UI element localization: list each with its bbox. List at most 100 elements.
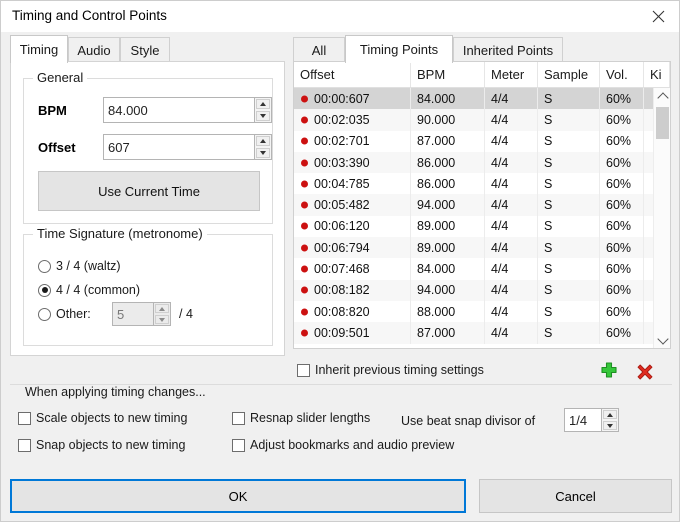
table-cell-ki (644, 301, 653, 322)
column-header-kiai[interactable]: Ki (644, 62, 670, 87)
beat-snap-divisor-stepper-up[interactable] (603, 410, 617, 419)
other-meter-stepper-down[interactable] (155, 315, 169, 324)
bpm-stepper[interactable] (254, 97, 272, 123)
scroll-down-icon[interactable] (654, 331, 671, 348)
table-row[interactable]: 00:07:46884.0004/4S60% (294, 258, 653, 279)
cancel-button[interactable]: Cancel (479, 479, 672, 513)
radio-waltz-indicator[interactable] (38, 260, 51, 273)
radio-waltz[interactable]: 3 / 4 (waltz) (38, 259, 121, 273)
radio-other-indicator[interactable] (38, 308, 51, 321)
checkbox-snap-objects[interactable]: Snap objects to new timing (18, 438, 185, 452)
table-row[interactable]: 00:09:50187.0004/4S60% (294, 322, 653, 343)
table-cell-vol: 60% (600, 194, 644, 215)
scroll-up-icon[interactable] (654, 88, 671, 105)
table-row[interactable]: 00:03:39086.0004/4S60% (294, 152, 653, 173)
column-header-bpm[interactable]: BPM (411, 62, 485, 87)
offset-stepper[interactable] (254, 134, 272, 160)
column-header-vol[interactable]: Vol. (600, 62, 644, 87)
plus-icon[interactable] (598, 361, 620, 386)
table-row[interactable]: 00:06:79489.0004/4S60% (294, 237, 653, 258)
column-header-meter[interactable]: Meter (485, 62, 538, 87)
other-meter-stepper-up[interactable] (155, 304, 169, 313)
table-cell-ki (644, 173, 653, 194)
table-row[interactable]: 00:02:70187.0004/4S60% (294, 131, 653, 152)
table-body[interactable]: 00:00:60784.0004/4S60%00:02:03590.0004/4… (294, 88, 653, 348)
tab-timing-points[interactable]: Timing Points (345, 35, 453, 63)
offset-stepper-down[interactable] (256, 148, 270, 158)
cancel-button-label: Cancel (555, 489, 595, 504)
table-cell-ki (644, 88, 653, 109)
bpm-label: BPM (38, 103, 67, 118)
table-cell-meter: 4/4 (485, 216, 538, 237)
scrollbar-thumb[interactable] (656, 107, 669, 139)
tab-timing-points-label: Timing Points (360, 42, 438, 57)
time-signature-group: Time Signature (metronome) 3 / 4 (waltz)… (23, 234, 273, 346)
table-cell-meter: 4/4 (485, 109, 538, 130)
tab-style[interactable]: Style (120, 37, 170, 63)
table-row[interactable]: 00:04:78586.0004/4S60% (294, 173, 653, 194)
tab-inherited-points-label: Inherited Points (463, 43, 553, 58)
checkbox-adjust-bookmarks[interactable]: Adjust bookmarks and audio preview (232, 438, 454, 452)
radio-other-label: Other: (56, 307, 91, 321)
table-cell-meter: 4/4 (485, 237, 538, 258)
table-cell-vol: 60% (600, 109, 644, 130)
table-row[interactable]: 00:05:48294.0004/4S60% (294, 194, 653, 215)
ok-button[interactable]: OK (10, 479, 466, 513)
table-cell-offset: 00:03:390 (294, 152, 411, 173)
timing-control-points-dialog: Timing and Control Points Timing Audio S… (0, 0, 680, 522)
tab-audio[interactable]: Audio (68, 37, 120, 63)
table-row[interactable]: 00:02:03590.0004/4S60% (294, 109, 653, 130)
table-cell-ki (644, 322, 653, 343)
radio-common-indicator[interactable] (38, 284, 51, 297)
checkbox-adjust-bookmarks-box[interactable] (232, 439, 245, 452)
offset-input[interactable]: 607 (103, 134, 255, 160)
tab-timing[interactable]: Timing (10, 35, 68, 63)
column-header-sample[interactable]: Sample (538, 62, 600, 87)
beat-snap-divisor-stepper-down[interactable] (603, 421, 617, 430)
bpm-stepper-down[interactable] (256, 111, 270, 121)
table-cell-sample: S (538, 280, 600, 301)
use-current-time-button[interactable]: Use Current Time (38, 171, 260, 211)
timing-points-table: Offset BPM Meter Sample Vol. Ki 00:00:60… (293, 61, 671, 349)
window-title: Timing and Control Points (12, 8, 167, 23)
checkbox-resnap-sliders-box[interactable] (232, 412, 245, 425)
checkbox-scale-objects-box[interactable] (18, 412, 31, 425)
table-cell-bpm: 94.000 (411, 194, 485, 215)
bpm-input[interactable]: 84.000 (103, 97, 255, 123)
radio-common[interactable]: 4 / 4 (common) (38, 283, 140, 297)
tab-all[interactable]: All (293, 37, 345, 63)
table-cell-bpm: 90.000 (411, 109, 485, 130)
other-meter-input[interactable]: 5 (112, 302, 154, 326)
column-header-offset[interactable]: Offset (294, 62, 411, 87)
table-cell-ki (644, 216, 653, 237)
checkbox-resnap-sliders-label: Resnap slider lengths (250, 411, 370, 425)
delete-icon[interactable] (634, 361, 656, 386)
tab-inherited-points[interactable]: Inherited Points (453, 37, 563, 63)
inherit-previous-checkbox[interactable]: Inherit previous timing settings (297, 363, 484, 377)
offset-stepper-up[interactable] (256, 136, 270, 146)
table-cell-ki (644, 194, 653, 215)
table-row[interactable]: 00:06:12089.0004/4S60% (294, 216, 653, 237)
checkbox-snap-objects-box[interactable] (18, 439, 31, 452)
table-cell-meter: 4/4 (485, 301, 538, 322)
table-row[interactable]: 00:08:82088.0004/4S60% (294, 301, 653, 322)
radio-other[interactable]: Other: (38, 307, 91, 321)
bpm-stepper-up[interactable] (256, 99, 270, 109)
close-icon[interactable] (635, 1, 680, 32)
table-scrollbar[interactable] (653, 88, 670, 348)
other-meter-stepper[interactable] (153, 302, 171, 326)
inherit-previous-label: Inherit previous timing settings (315, 363, 484, 377)
table-cell-vol: 60% (600, 152, 644, 173)
radio-waltz-label: 3 / 4 (waltz) (56, 259, 121, 273)
beat-snap-divisor-input[interactable]: 1/4 (564, 408, 602, 432)
inherit-previous-checkbox-box[interactable] (297, 364, 310, 377)
table-cell-bpm: 86.000 (411, 173, 485, 194)
table-cell-ki (644, 109, 653, 130)
table-row[interactable]: 00:08:18294.0004/4S60% (294, 280, 653, 301)
beat-snap-divisor-stepper[interactable] (601, 408, 619, 432)
ok-button-label: OK (229, 489, 248, 504)
table-row[interactable]: 00:00:60784.0004/4S60% (294, 88, 653, 109)
checkbox-scale-objects[interactable]: Scale objects to new timing (18, 411, 187, 425)
table-cell-sample: S (538, 109, 600, 130)
checkbox-resnap-sliders[interactable]: Resnap slider lengths (232, 411, 370, 425)
